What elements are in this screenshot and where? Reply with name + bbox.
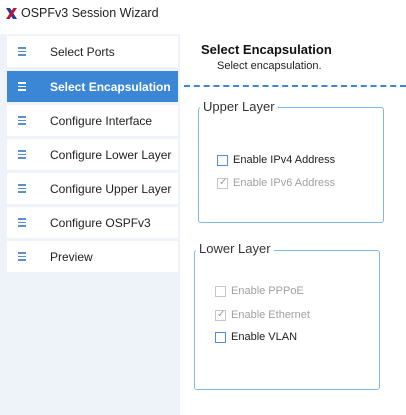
title-bar: OSPFv3 Session Wizard xyxy=(0,0,406,26)
checkbox-label: Enable IPv4 Address xyxy=(233,154,336,166)
drag-handle-icon xyxy=(18,252,26,261)
sidebar-item-select-encapsulation[interactable]: Select Encapsulation xyxy=(7,71,178,102)
wizard-steps-sidebar: Select Ports Select Encapsulation Config… xyxy=(0,34,180,415)
lower-layer-legend: Lower Layer xyxy=(196,241,274,256)
checkbox-label: Enable Ethernet xyxy=(231,309,310,321)
checkbox-box[interactable] xyxy=(217,154,228,166)
title-divider xyxy=(184,85,406,87)
sidebar-item-configure-ospfv3[interactable]: Configure OSPFv3 xyxy=(7,207,178,238)
drag-handle-icon xyxy=(18,82,26,91)
drag-handle-icon xyxy=(18,116,26,125)
enable-pppoe-checkbox: Enable PPPoE xyxy=(215,285,304,297)
upper-layer-legend: Upper Layer xyxy=(200,99,278,114)
sidebar-item-preview[interactable]: Preview xyxy=(7,241,178,272)
sidebar-item-configure-interface[interactable]: Configure Interface xyxy=(7,105,178,136)
enable-ipv6-checkbox: Enable IPv6 Address xyxy=(217,177,335,189)
drag-handle-icon xyxy=(18,47,26,56)
enable-ethernet-checkbox: Enable Ethernet xyxy=(215,309,310,321)
x-logo-icon xyxy=(4,6,18,20)
sidebar-item-configure-upper-layer[interactable]: Configure Upper Layer xyxy=(7,173,178,204)
sidebar-item-label: Configure Lower Layer xyxy=(50,147,172,162)
sidebar-item-label: Configure Interface xyxy=(50,113,153,128)
checkbox-label: Enable VLAN xyxy=(231,331,298,343)
enable-vlan-checkbox[interactable]: Enable VLAN xyxy=(215,331,297,343)
enable-ipv4-checkbox[interactable]: Enable IPv4 Address xyxy=(217,154,335,166)
checkbox-box xyxy=(215,309,226,321)
checkbox-box[interactable] xyxy=(215,331,226,343)
drag-handle-icon xyxy=(18,218,26,227)
sidebar-item-label: Select Encapsulation xyxy=(50,79,171,94)
drag-handle-icon xyxy=(18,184,26,193)
sidebar-item-label: Select Ports xyxy=(50,44,115,59)
checkbox-label: Enable PPPoE xyxy=(231,285,304,297)
sidebar-item-label: Configure Upper Layer xyxy=(50,181,172,196)
sidebar-item-configure-lower-layer[interactable]: Configure Lower Layer xyxy=(7,139,178,170)
checkbox-box xyxy=(217,177,228,189)
window-title: OSPFv3 Session Wizard xyxy=(21,6,159,20)
sidebar-item-label: Preview xyxy=(50,249,93,264)
drag-handle-icon xyxy=(18,150,26,159)
page-title: Select Encapsulation xyxy=(201,42,332,57)
checkbox-label: Enable IPv6 Address xyxy=(233,177,336,189)
sidebar-item-label: Configure OSPFv3 xyxy=(50,215,151,230)
checkbox-box xyxy=(215,285,226,297)
sidebar-item-select-ports[interactable]: Select Ports xyxy=(7,36,178,67)
page-subtitle: Select encapsulation. xyxy=(217,60,322,72)
